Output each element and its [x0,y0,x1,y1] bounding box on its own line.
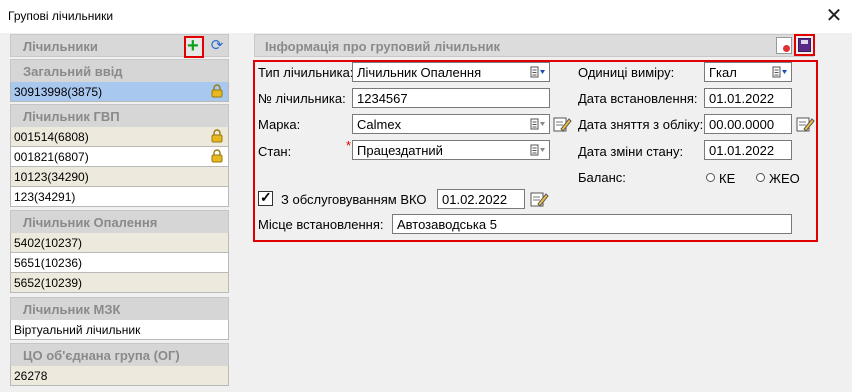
list-item-label: 10123(34290) [14,170,89,184]
group-header[interactable]: Лічильник ГВП [10,104,229,128]
meter-type-value: Лічильник Опалення [357,65,482,80]
state-change-date-input[interactable]: 01.01.2022 [704,140,792,160]
list-item[interactable]: 001821(6807) [10,147,229,167]
list-item[interactable]: 001514(6808) [10,127,229,147]
vko-date-value: 01.02.2022 [442,192,508,207]
meter-type-label: Тип лічильника: [258,65,354,80]
removal-date-value: 00.00.0000 [709,117,775,132]
install-date-input[interactable]: 01.01.2022 [704,88,792,108]
units-select[interactable]: Гкал [704,62,792,82]
group-label: Лічильник МЗК [23,302,121,317]
meters-header: Лічильники + ⟳ [10,34,229,58]
vko-checkbox[interactable]: ✓ [258,189,273,206]
group-label: Лічильник Опалення [23,215,158,230]
lock-icon [211,149,223,163]
removal-date-input[interactable]: 00.00.0000 [704,114,792,134]
list-item-label: 001821(6807) [14,150,89,164]
dropdown-icon [530,144,545,156]
units-value: Гкал [709,65,737,80]
location-input[interactable]: Автозаводська 5 [392,214,792,234]
group-label: ЦО об'єднана група (ОГ) [23,348,180,363]
list-item-label: 001514(6808) [14,130,89,144]
state-value: Працездатний [357,143,443,158]
state-change-date-value: 01.01.2022 [709,143,775,158]
list-item-label: 5652(10239) [14,276,83,290]
check-icon: ✓ [260,189,272,205]
meter-number-value: 1234567 [357,91,408,106]
removal-date-label: Дата зняття з обліку: [578,117,704,132]
edit-icon[interactable] [529,189,549,209]
balance-zheo-radio[interactable] [756,173,765,182]
list-item[interactable]: 123(34291) [10,187,229,207]
list-item-label: 5651(10236) [14,256,83,270]
list-item-label: 26278 [14,369,48,383]
group-header[interactable]: Лічильник Опалення [10,210,229,234]
list-item-label: 123(34291) [14,190,76,204]
add-button[interactable]: + [184,35,204,58]
units-label: Одиниці виміру: [578,65,675,80]
install-date-label: Дата встановлення: [578,91,698,106]
dropdown-icon [772,66,787,78]
meters-panel: Лічильники + ⟳ Загальний ввід 30913998(3… [10,34,229,392]
dropdown-icon [530,66,545,78]
refresh-icon[interactable]: ⟳ [208,37,226,55]
save-button[interactable] [794,34,815,56]
balance-label: Баланс: [578,170,626,185]
save-icon [798,38,811,52]
group-header[interactable]: ЦО об'єднана група (ОГ) [10,343,229,367]
list-item[interactable]: 26278 [10,366,229,386]
list-item[interactable]: 10123(34290) [10,167,229,187]
title-bar: Групові лічильники ✕ [0,0,852,33]
location-value: Автозаводська 5 [397,217,497,232]
meter-type-select[interactable]: Лічильник Опалення [352,62,550,82]
meter-number-input[interactable]: 1234567 [352,88,550,108]
list-item[interactable]: Віртуальний лічильник [10,320,229,340]
install-date-value: 01.01.2022 [709,91,775,106]
vko-label: З обслуговуванням ВКО [281,192,427,207]
lock-icon [211,84,223,98]
state-select[interactable]: Працездатний [352,140,550,160]
list-item-label: 5402(10237) [14,236,83,250]
lock-icon [211,129,223,143]
list-item[interactable]: 30913998(3875) [10,82,229,102]
state-label: Стан: [258,144,292,159]
balance-ke-radio[interactable] [706,173,715,182]
group-header[interactable]: Загальний ввід [10,59,229,83]
location-label: Місце встановлення: [258,217,384,232]
document-icon[interactable] [776,37,792,54]
list-item[interactable]: 5651(10236) [10,253,229,273]
list-item-label: 30913998(3875) [14,85,103,99]
close-icon[interactable]: ✕ [822,4,846,28]
state-change-date-label: Дата зміни стану: [578,144,684,159]
info-header: Інформація про груповий лічильник [254,34,814,57]
balance-zheo-label: ЖЕО [769,171,800,186]
dropdown-icon [530,118,545,130]
brand-label: Марка: [258,117,301,132]
list-item[interactable]: 5652(10239) [10,273,229,293]
required-marker: * [346,138,352,153]
meter-number-label: № лічильника: [258,91,346,106]
window-title: Групові лічильники [8,9,114,23]
balance-ke-label: КЕ [719,171,736,186]
info-header-label: Інформація про груповий лічильник [265,39,501,54]
group-label: Лічильник ГВП [23,109,120,124]
group-label: Загальний ввід [23,64,123,79]
meters-header-label: Лічильники [23,39,98,54]
brand-value: Calmex [357,117,402,132]
edit-icon[interactable] [552,114,572,134]
list-item-label: Віртуальний лічильник [14,323,141,337]
group-header[interactable]: Лічильник МЗК [10,297,229,321]
plus-icon: + [187,35,199,57]
vko-date-input[interactable]: 01.02.2022 [437,189,525,209]
list-item[interactable]: 5402(10237) [10,233,229,253]
brand-select[interactable]: Calmex [352,114,550,134]
edit-icon[interactable] [795,114,815,134]
